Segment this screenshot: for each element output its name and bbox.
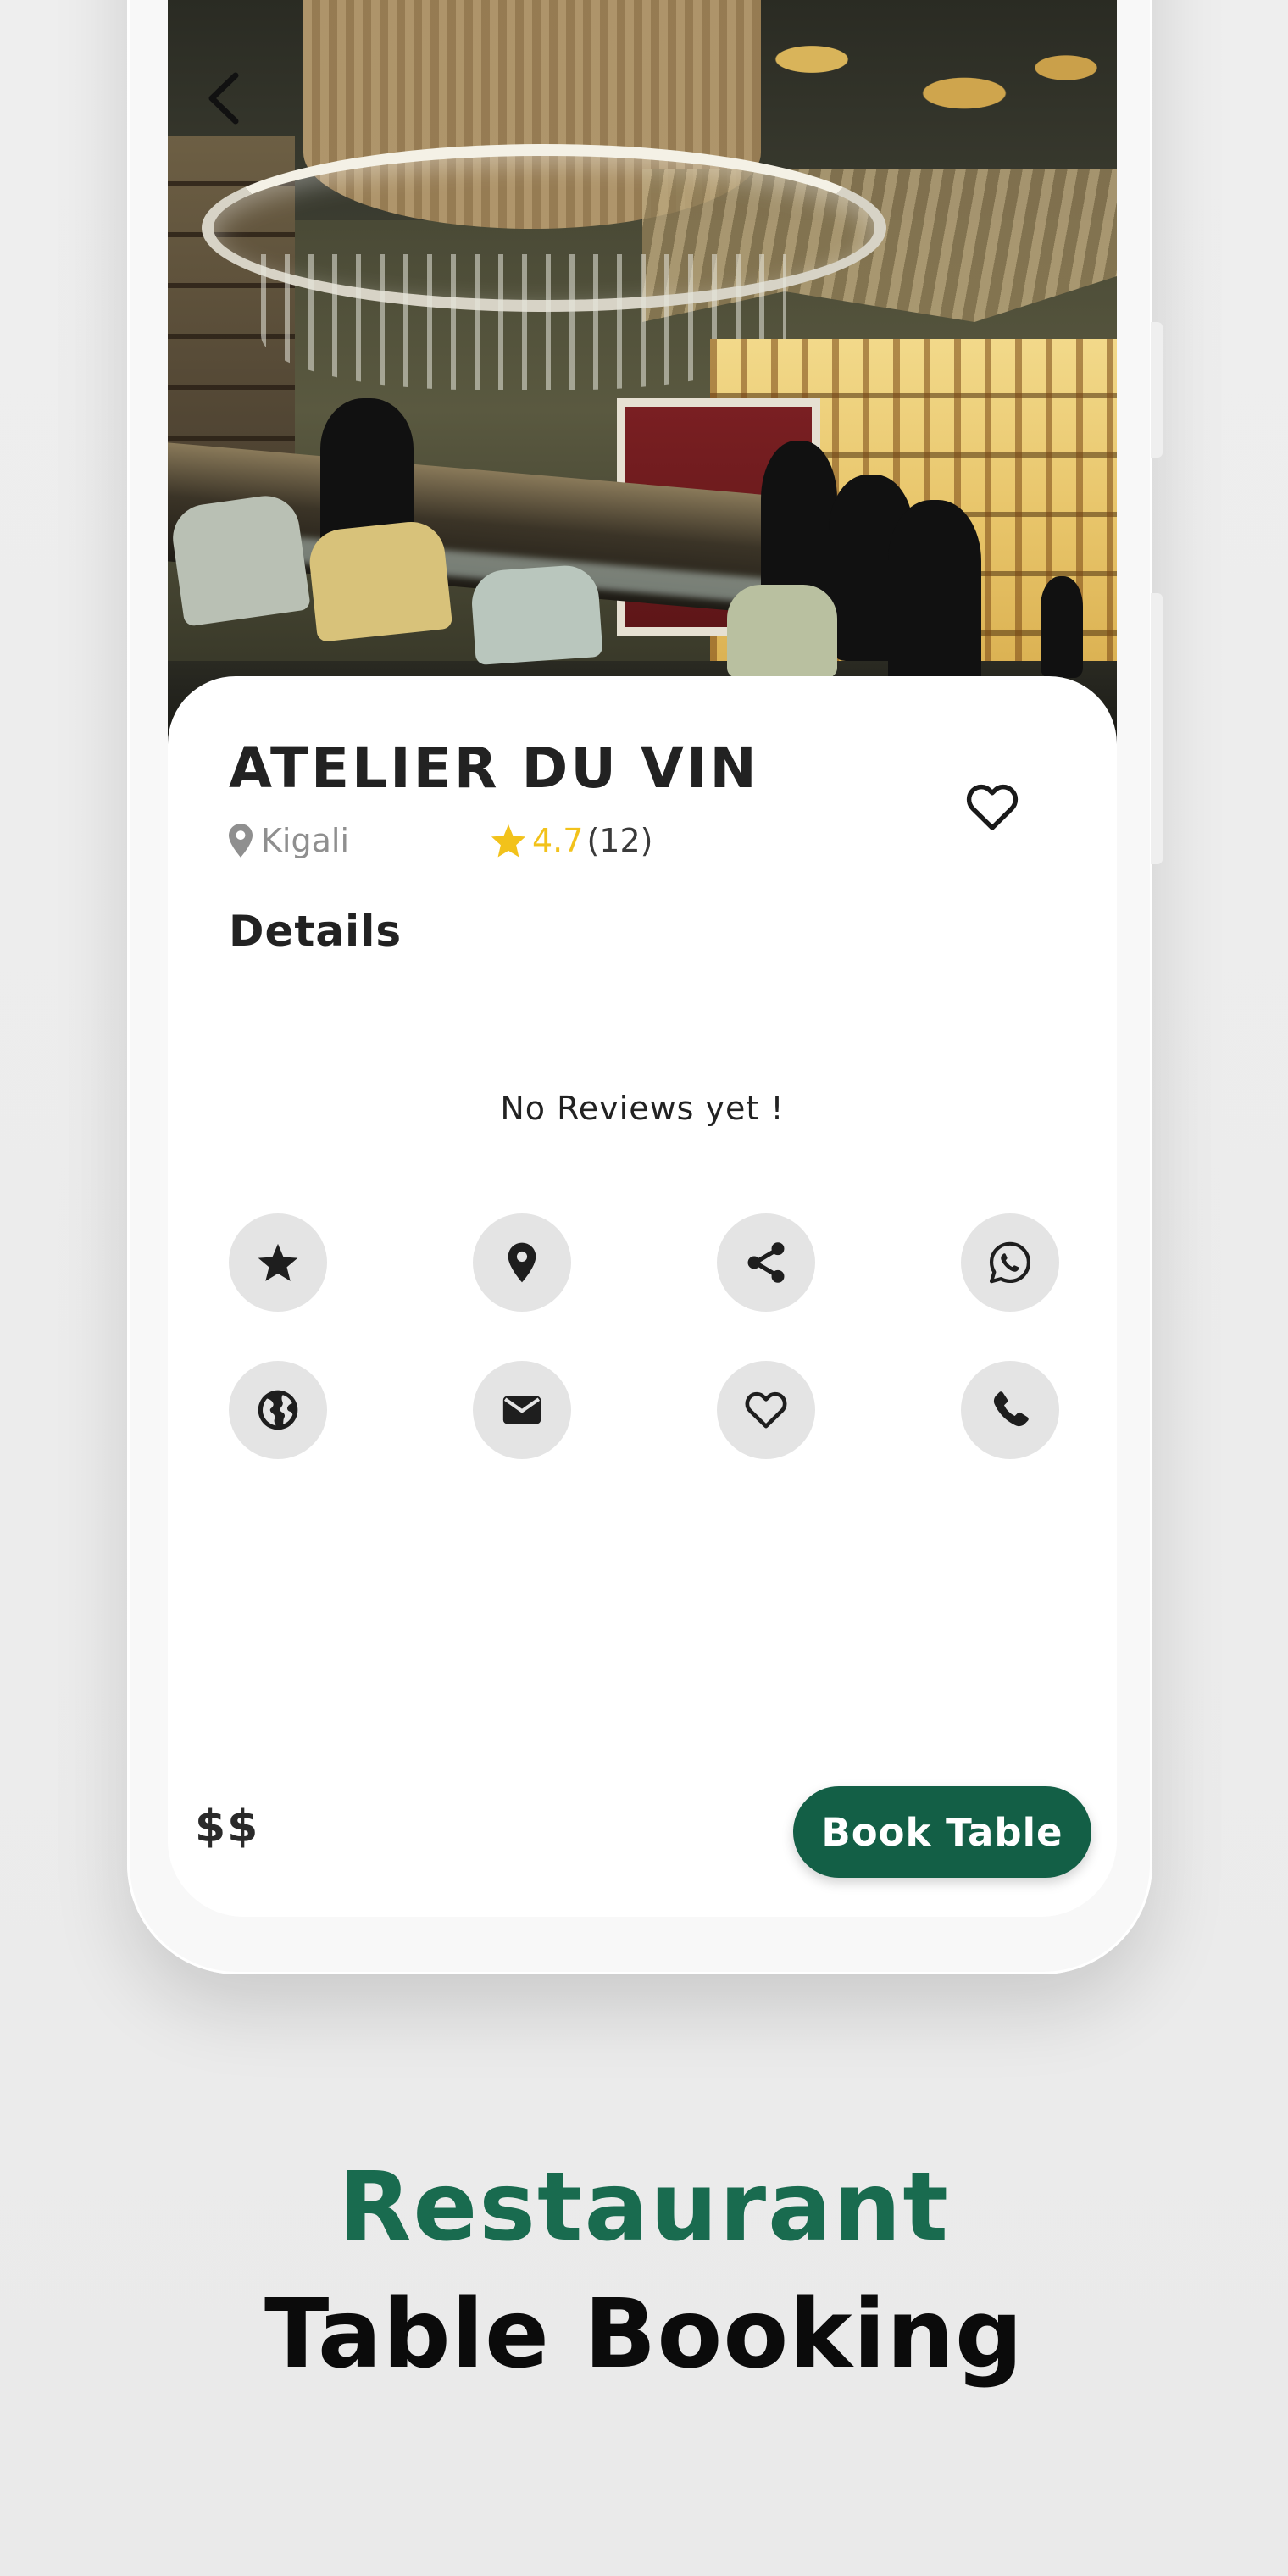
mail-icon (502, 1396, 541, 1424)
phone-icon (993, 1391, 1029, 1427)
whatsapp-icon (989, 1241, 1031, 1284)
caption-line-restaurant: Restaurant (338, 2152, 950, 2262)
call-button[interactable] (961, 1361, 1059, 1459)
share-icon (747, 1242, 785, 1283)
chevron-left-icon (208, 72, 239, 125)
whatsapp-button[interactable] (961, 1213, 1059, 1312)
restaurant-name: ATELIER DU VIN (229, 736, 759, 801)
email-button[interactable] (473, 1361, 571, 1459)
restaurant-hero-image (168, 0, 1117, 746)
caption-line-table-booking: Table Booking (264, 2279, 1024, 2390)
website-button[interactable] (229, 1361, 327, 1459)
favorite-button[interactable] (956, 769, 1029, 842)
restaurant-detail-sheet: ATELIER DU VIN Kigali 4.7 (12) Details N… (168, 676, 1117, 1917)
rating-score: 4.7 (532, 822, 584, 859)
review-count: (12) (586, 822, 653, 859)
favorite-action-button[interactable] (717, 1361, 815, 1459)
details-heading: Details (229, 907, 402, 956)
marketing-caption: Restaurant Table Booking (0, 2144, 1288, 2398)
rate-button[interactable] (229, 1213, 327, 1312)
globe-icon (258, 1390, 298, 1430)
location-button[interactable] (473, 1213, 571, 1312)
price-level: $$ (195, 1802, 260, 1852)
phone-side-button (1151, 593, 1163, 864)
book-table-button[interactable]: Book Table (793, 1786, 1091, 1878)
restaurant-location: Kigali (229, 822, 349, 859)
empty-reviews-message: No Reviews yet ! (500, 1090, 785, 1127)
location-pin-icon (508, 1242, 536, 1283)
heart-outline-icon (745, 1391, 787, 1429)
action-buttons-grid (229, 1213, 1059, 1459)
location-pin-icon (229, 824, 253, 858)
restaurant-rating: 4.7 (12) (490, 822, 652, 859)
back-button[interactable] (198, 66, 249, 130)
app-screen: ATELIER DU VIN Kigali 4.7 (12) Details N… (168, 0, 1117, 1917)
star-icon (258, 1243, 298, 1281)
star-icon (490, 823, 527, 858)
phone-side-button (1151, 322, 1163, 458)
location-text: Kigali (261, 822, 349, 859)
heart-outline-icon (966, 784, 1019, 830)
share-button[interactable] (717, 1213, 815, 1312)
